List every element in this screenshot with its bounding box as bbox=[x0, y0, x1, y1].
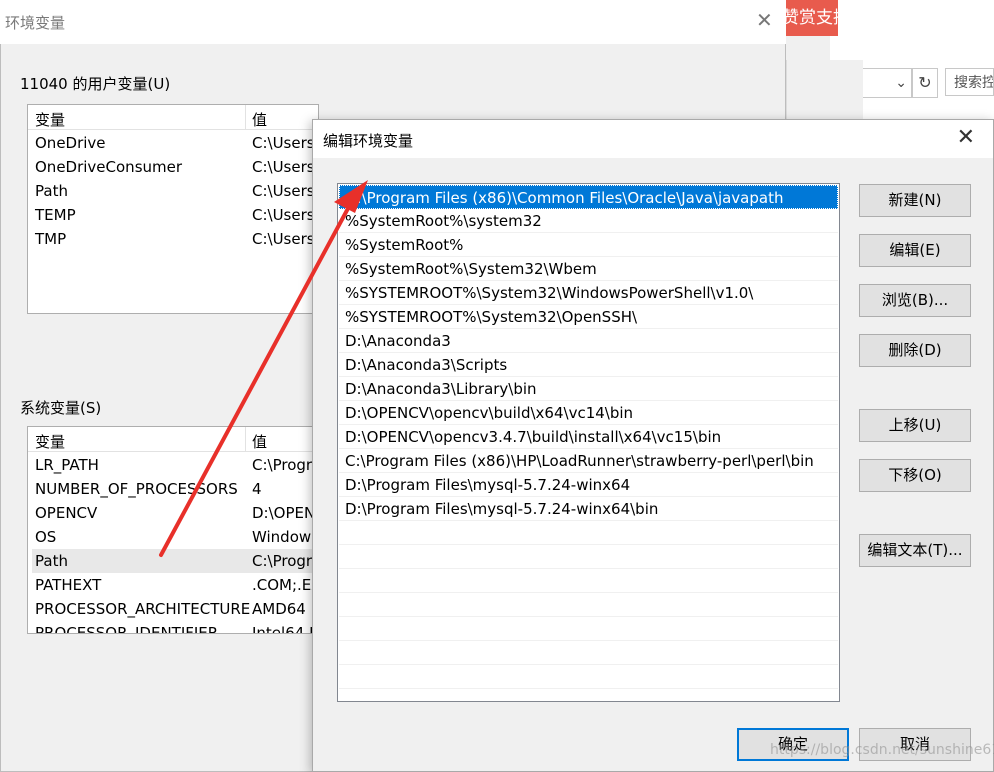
empty-row[interactable] bbox=[339, 617, 838, 641]
system-vars-label: 系统变量(S) bbox=[20, 399, 102, 417]
move-up-button[interactable]: 上移(U) bbox=[859, 409, 971, 442]
reward-banner[interactable]: 赞赏支持 bbox=[778, 0, 838, 36]
env-window-title: 环境变量 bbox=[5, 14, 66, 32]
var-name: LR_PATH bbox=[35, 456, 99, 474]
table-row[interactable]: Path C:\Progr bbox=[32, 549, 318, 573]
browser-search-input[interactable]: 搜索控 bbox=[945, 68, 994, 96]
edit-text-button[interactable]: 编辑文本(T)... bbox=[859, 534, 971, 567]
path-item[interactable]: C:\Program Files (x86)\Common Files\Orac… bbox=[339, 185, 838, 209]
var-value: AMD64 bbox=[252, 600, 306, 618]
close-icon[interactable]: ✕ bbox=[756, 8, 773, 32]
var-value: C:\Users\ bbox=[252, 206, 319, 224]
var-name: Path bbox=[35, 552, 68, 570]
var-name: PROCESSOR_ARCHITECTURE bbox=[35, 600, 251, 618]
var-value: D:\OPEN bbox=[252, 504, 316, 522]
new-button[interactable]: 新建(N) bbox=[859, 184, 971, 217]
var-name: Path bbox=[35, 182, 68, 200]
user-vars-list[interactable]: 变量 值 OneDrive C:\Users\ OneDriveConsumer C:… bbox=[27, 104, 319, 314]
chevron-down-icon: ⌄ bbox=[895, 75, 907, 91]
edit-env-dialog: 编辑环境变量 ✕ C:\Program Files (x86)\Common F… bbox=[312, 119, 994, 772]
var-name: OPENCV bbox=[35, 504, 98, 522]
empty-row[interactable] bbox=[339, 521, 838, 545]
var-value: C:\Users\ bbox=[252, 134, 319, 152]
path-item[interactable]: %SYSTEMROOT%\System32\WindowsPowerShell\… bbox=[339, 281, 838, 305]
table-row[interactable]: LR_PATH C:\Progr bbox=[32, 453, 318, 477]
browser-dropdown[interactable]: ⌄ bbox=[862, 68, 912, 98]
var-name: NUMBER_OF_PROCESSORS bbox=[35, 480, 238, 498]
system-vars-list[interactable]: 变量 值 LR_PATH C:\Progr NUMBER_OF_PROCESSORS… bbox=[27, 426, 319, 634]
empty-row[interactable] bbox=[339, 641, 838, 665]
table-row[interactable]: Path C:\Users\ bbox=[32, 179, 319, 203]
path-item[interactable]: D:\Anaconda3 bbox=[339, 329, 838, 353]
table-row[interactable]: OneDrive C:\Users\ bbox=[32, 131, 319, 155]
table-row[interactable]: PROCESSOR_ARCHITECTURE AMD64 bbox=[32, 597, 318, 621]
var-value: C:\Progr bbox=[252, 552, 313, 570]
var-value: Window bbox=[252, 528, 312, 546]
col-header-value[interactable]: 值 bbox=[252, 109, 267, 130]
path-item[interactable]: %SystemRoot%\System32\Wbem bbox=[339, 257, 838, 281]
table-row[interactable]: OneDriveConsumer C:\Users\ bbox=[32, 155, 319, 179]
empty-row[interactable] bbox=[339, 593, 838, 617]
list-header: 变量 值 bbox=[28, 427, 318, 452]
var-value: C:\Progr bbox=[252, 456, 313, 474]
var-value: Intel64 F bbox=[252, 624, 318, 634]
var-name: TMP bbox=[35, 230, 67, 248]
var-name: TEMP bbox=[35, 206, 76, 224]
table-row[interactable]: NUMBER_OF_PROCESSORS 4 bbox=[32, 477, 318, 501]
user-vars-label: 11040 的用户变量(U) bbox=[20, 75, 171, 93]
col-header-variable[interactable]: 变量 bbox=[35, 109, 65, 130]
move-down-button[interactable]: 下移(O) bbox=[859, 459, 971, 492]
path-item[interactable]: D:\OPENCV\opencv\build\x64\vc14\bin bbox=[339, 401, 838, 425]
list-header: 变量 值 bbox=[28, 105, 318, 130]
dialog-titlebar: 编辑环境变量 ✕ bbox=[313, 120, 993, 158]
delete-button[interactable]: 删除(D) bbox=[859, 334, 971, 367]
var-name: OS bbox=[35, 528, 57, 546]
path-item[interactable]: D:\Anaconda3\Scripts bbox=[339, 353, 838, 377]
empty-row[interactable] bbox=[339, 665, 838, 689]
table-row[interactable]: TEMP C:\Users\ bbox=[32, 203, 319, 227]
path-item[interactable]: %SYSTEMROOT%\System32\OpenSSH\ bbox=[339, 305, 838, 329]
empty-row[interactable] bbox=[339, 545, 838, 569]
watermark: https://blog.csdn.net/sunshine612 bbox=[770, 742, 994, 758]
empty-row[interactable] bbox=[339, 569, 838, 593]
refresh-icon[interactable]: ↻ bbox=[912, 68, 938, 98]
table-row[interactable]: OPENCV D:\OPEN bbox=[32, 501, 318, 525]
path-item[interactable]: D:\Program Files\mysql-5.7.24-winx64\bin bbox=[339, 497, 838, 521]
path-item[interactable]: D:\Program Files\mysql-5.7.24-winx64 bbox=[339, 473, 838, 497]
var-value: C:\Users\ bbox=[252, 182, 319, 200]
path-item[interactable]: %SystemRoot%\system32 bbox=[339, 209, 838, 233]
table-row[interactable]: PATHEXT .COM;.EX bbox=[32, 573, 319, 597]
var-value: .COM;.EX bbox=[252, 576, 319, 594]
table-row[interactable]: OS Window bbox=[32, 525, 318, 549]
close-icon[interactable]: ✕ bbox=[957, 125, 975, 150]
dialog-title: 编辑环境变量 bbox=[323, 132, 414, 150]
edit-button[interactable]: 编辑(E) bbox=[859, 234, 971, 267]
table-row[interactable]: PROCESSOR_IDENTIFIER Intel64 F bbox=[32, 621, 318, 634]
col-header-variable[interactable]: 变量 bbox=[35, 431, 65, 452]
col-header-value[interactable]: 值 bbox=[252, 431, 267, 452]
var-value: 4 bbox=[252, 480, 262, 498]
path-item[interactable]: %SystemRoot% bbox=[339, 233, 838, 257]
var-value: C:\Users\ bbox=[252, 158, 319, 176]
var-name: OneDrive bbox=[35, 134, 106, 152]
var-name: PATHEXT bbox=[35, 576, 102, 594]
path-item[interactable]: D:\Anaconda3\Library\bin bbox=[339, 377, 838, 401]
var-value: C:\Users\ bbox=[252, 230, 319, 248]
path-item[interactable]: D:\OPENCV\opencv3.4.7\build\install\x64\… bbox=[339, 425, 838, 449]
path-list[interactable]: C:\Program Files (x86)\Common Files\Orac… bbox=[337, 183, 840, 702]
path-item[interactable]: C:\Program Files (x86)\HP\LoadRunner\str… bbox=[339, 449, 838, 473]
env-window-titlebar: 环境变量 ✕ bbox=[0, 0, 786, 44]
var-name: PROCESSOR_IDENTIFIER bbox=[35, 624, 219, 634]
browse-button[interactable]: 浏览(B)... bbox=[859, 284, 971, 317]
var-name: OneDriveConsumer bbox=[35, 158, 183, 176]
table-row[interactable]: TMP C:\Users\ bbox=[32, 227, 319, 251]
